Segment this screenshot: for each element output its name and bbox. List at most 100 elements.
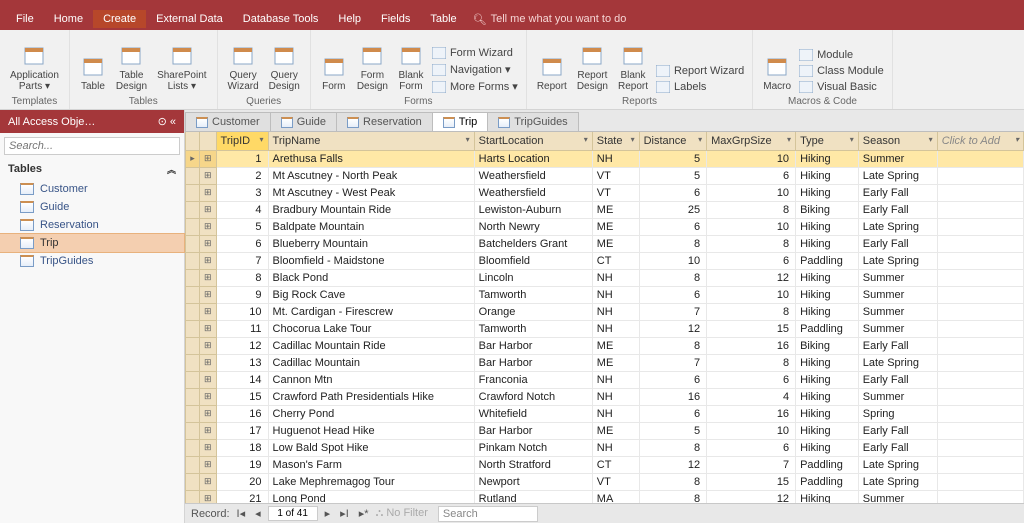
tell-me[interactable]: 🔍︎Tell me what you want to do: [473, 13, 627, 26]
expand-icon[interactable]: ⊞: [200, 405, 217, 422]
expand-icon[interactable]: ⊞: [200, 337, 217, 354]
row-selector[interactable]: [186, 269, 200, 286]
ribbon-sharepoint-lists[interactable]: SharePointLists ▾: [153, 42, 210, 94]
ribbon-report-wizard[interactable]: Report Wizard: [654, 64, 746, 78]
ribbon-more-forms[interactable]: More Forms ▾: [430, 79, 520, 94]
nav-search-input[interactable]: [4, 137, 180, 155]
row-selector[interactable]: [186, 218, 200, 235]
col-type[interactable]: Type▾: [796, 132, 859, 150]
ribbon-form[interactable]: Form: [317, 53, 351, 94]
tab-reservation[interactable]: Reservation: [336, 112, 433, 131]
col-season[interactable]: Season▾: [858, 132, 937, 150]
row-selector[interactable]: [186, 422, 200, 439]
nav-header[interactable]: All Access Obje… ⊙ «: [0, 110, 184, 133]
table-row[interactable]: ⊞8Black PondLincolnNH812HikingSummer: [186, 269, 1024, 286]
col-tripname[interactable]: TripName▾: [268, 132, 474, 150]
ribbon-blank-report[interactable]: BlankReport: [614, 42, 652, 94]
row-selector[interactable]: [186, 456, 200, 473]
expand-icon[interactable]: ⊞: [200, 184, 217, 201]
expand-icon[interactable]: ⊞: [200, 269, 217, 286]
expand-icon[interactable]: ⊞: [200, 439, 217, 456]
expand-icon[interactable]: ⊞: [200, 422, 217, 439]
ribbon-navigation[interactable]: Navigation ▾: [430, 62, 520, 77]
row-selector[interactable]: [186, 184, 200, 201]
row-selector[interactable]: [186, 405, 200, 422]
table-row[interactable]: ⊞19Mason's FarmNorth StratfordCT127Paddl…: [186, 456, 1024, 473]
datasheet-grid[interactable]: TripID▾TripName▾StartLocation▾State▾Dist…: [185, 132, 1024, 503]
expand-icon[interactable]: ⊞: [200, 218, 217, 235]
row-selector[interactable]: [186, 439, 200, 456]
expand-icon[interactable]: ⊞: [200, 303, 217, 320]
col-maxgrpsize[interactable]: MaxGrpSize▾: [707, 132, 796, 150]
menu-home[interactable]: Home: [44, 10, 93, 28]
chevron-down-icon[interactable]: ⊙ «: [158, 115, 176, 128]
ribbon-form-design[interactable]: FormDesign: [353, 42, 392, 94]
expand-icon[interactable]: ⊞: [200, 235, 217, 252]
tab-guide[interactable]: Guide: [270, 112, 337, 131]
row-selector[interactable]: [186, 201, 200, 218]
table-row[interactable]: ⊞14Cannon MtnFranconiaNH66HikingEarly Fa…: [186, 371, 1024, 388]
expand-icon[interactable]: ⊞: [200, 252, 217, 269]
menu-external-data[interactable]: External Data: [146, 10, 233, 28]
next-record-button[interactable]: ▸: [322, 507, 334, 520]
collapse-icon[interactable]: ︽: [167, 163, 176, 176]
click-to-add[interactable]: Click to Add ▾: [937, 132, 1023, 150]
row-selector[interactable]: [186, 252, 200, 269]
row-selector[interactable]: [186, 303, 200, 320]
row-selector[interactable]: [186, 388, 200, 405]
table-row[interactable]: ⊞9Big Rock CaveTamworthNH610HikingSummer: [186, 286, 1024, 303]
expand-icon[interactable]: ⊞: [200, 286, 217, 303]
ribbon-macro[interactable]: Macro: [759, 53, 795, 94]
ribbon-query-wizard[interactable]: QueryWizard: [224, 42, 263, 94]
nav-category[interactable]: Tables ︽: [0, 159, 184, 180]
row-selector[interactable]: [186, 235, 200, 252]
table-row[interactable]: ⊞13Cadillac MountainBar HarborME78Hiking…: [186, 354, 1024, 371]
ribbon-blank-form[interactable]: BlankForm: [394, 42, 428, 94]
ribbon-table-design[interactable]: TableDesign: [112, 42, 151, 94]
tab-tripguides[interactable]: TripGuides: [487, 112, 578, 131]
table-row[interactable]: ⊞15Crawford Path Presidentials HikeCrawf…: [186, 388, 1024, 405]
ribbon-form-wizard[interactable]: Form Wizard: [430, 46, 520, 60]
expand-icon[interactable]: ⊞: [200, 320, 217, 337]
expand-icon[interactable]: ⊞: [200, 150, 217, 167]
col-state[interactable]: State▾: [592, 132, 639, 150]
nav-item-reservation[interactable]: Reservation: [0, 216, 184, 234]
nav-item-customer[interactable]: Customer: [0, 180, 184, 198]
expand-icon[interactable]: ⊞: [200, 456, 217, 473]
row-selector[interactable]: [186, 337, 200, 354]
menu-table[interactable]: Table: [420, 10, 466, 28]
table-row[interactable]: ⊞4Bradbury Mountain RideLewiston-AuburnM…: [186, 201, 1024, 218]
table-row[interactable]: ⊞10Mt. Cardigan - FirescrewOrangeNH78Hik…: [186, 303, 1024, 320]
record-search[interactable]: Search: [438, 506, 538, 522]
ribbon-table[interactable]: Table: [76, 53, 110, 94]
table-row[interactable]: ⊞11Chocorua Lake TourTamworthNH1215Paddl…: [186, 320, 1024, 337]
ribbon-query-design[interactable]: QueryDesign: [265, 42, 304, 94]
tab-trip[interactable]: Trip: [432, 112, 489, 131]
table-row[interactable]: ⊞21Long PondRutlandMA812HikingSummer: [186, 490, 1024, 503]
table-row[interactable]: ⊞3Mt Ascutney - West PeakWeathersfieldVT…: [186, 184, 1024, 201]
expand-icon[interactable]: ⊞: [200, 490, 217, 503]
expand-icon[interactable]: ⊞: [200, 473, 217, 490]
row-selector[interactable]: [186, 490, 200, 503]
expand-icon[interactable]: ⊞: [200, 354, 217, 371]
ribbon-report-design[interactable]: ReportDesign: [573, 42, 612, 94]
row-selector[interactable]: [186, 473, 200, 490]
table-row[interactable]: ⊞12Cadillac Mountain RideBar HarborME816…: [186, 337, 1024, 354]
ribbon-report[interactable]: Report: [533, 53, 571, 94]
menu-help[interactable]: Help: [328, 10, 371, 28]
table-row[interactable]: ⊞7Bloomfield - MaidstoneBloomfieldCT106P…: [186, 252, 1024, 269]
last-record-button[interactable]: ▸I: [337, 507, 352, 520]
expand-icon[interactable]: ⊞: [200, 201, 217, 218]
nav-item-tripguides[interactable]: TripGuides: [0, 252, 184, 270]
table-row[interactable]: ⊞5Baldpate MountainNorth NewryME610Hikin…: [186, 218, 1024, 235]
ribbon-module[interactable]: Module: [797, 48, 886, 62]
row-selector[interactable]: [186, 371, 200, 388]
menu-file[interactable]: File: [6, 10, 44, 28]
table-row[interactable]: ⊞16Cherry PondWhitefieldNH616HikingSprin…: [186, 405, 1024, 422]
row-selector[interactable]: [186, 167, 200, 184]
row-selector[interactable]: ▸: [186, 150, 200, 167]
expand-icon[interactable]: ⊞: [200, 167, 217, 184]
menu-create[interactable]: Create: [93, 10, 146, 28]
row-selector[interactable]: [186, 354, 200, 371]
expand-icon[interactable]: ⊞: [200, 388, 217, 405]
